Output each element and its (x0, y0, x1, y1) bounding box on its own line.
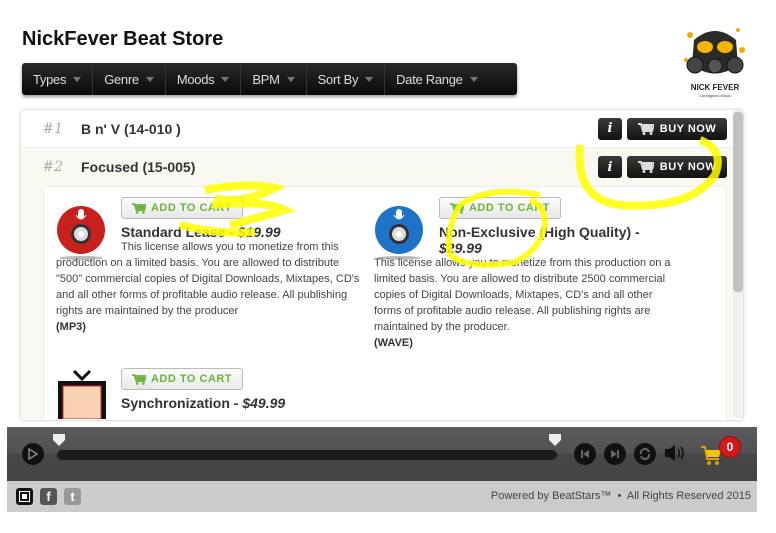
progress-start-marker[interactable] (53, 434, 65, 446)
tv-icon (58, 369, 106, 419)
add-to-cart-button[interactable]: ADD TO CART (121, 197, 243, 219)
beatstars-icon[interactable] (16, 488, 33, 505)
volume-icon[interactable] (665, 444, 687, 462)
footer: f t Powered by BeatStars™ • All Rights R… (7, 481, 757, 512)
cart-count-badge: 0 (719, 436, 741, 458)
svg-text:NICK FEVER: NICK FEVER (691, 83, 740, 92)
cart-icon (637, 122, 654, 135)
track-number: #2 (42, 159, 63, 175)
license-title: Standard Lease - $19.99 (121, 224, 281, 240)
license-title: Synchronization - $49.99 (121, 395, 286, 411)
next-button[interactable] (604, 443, 626, 465)
cart-icon (637, 161, 654, 173)
license-format: (WAVE) (374, 337, 413, 349)
cart-icon (131, 202, 146, 214)
chevron-down-icon (286, 76, 295, 82)
buy-now-button[interactable]: BUY NOW (627, 156, 727, 178)
add-to-cart-button[interactable]: ADD TO CART (121, 368, 243, 390)
info-button[interactable]: i (598, 156, 622, 178)
chevron-down-icon (145, 76, 154, 82)
nav-genre[interactable]: Genre (93, 63, 166, 95)
license-synchronization: ADD TO CART Synchronization - $49.99 (56, 359, 366, 420)
beatstars-link[interactable]: BeatStars™ (552, 490, 611, 502)
twitter-icon[interactable]: t (64, 488, 81, 505)
blue-cd-icon (375, 206, 423, 260)
nav-moods[interactable]: Moods (166, 63, 242, 95)
chevron-down-icon (73, 76, 82, 82)
track-name[interactable]: B n' V (14-010 ) (81, 121, 598, 137)
license-non-exclusive: ADD TO CART Non-Exclusive (High Quality)… (374, 187, 684, 357)
svg-text:Contagious Music: Contagious Music (699, 93, 731, 98)
track-list-panel: #1 B n' V (14-010 ) i BUY NOW #2 Focused… (20, 109, 744, 421)
repeat-button[interactable] (634, 443, 656, 465)
play-icon (28, 448, 38, 460)
facebook-icon[interactable]: f (40, 488, 57, 505)
buy-now-button[interactable]: BUY NOW (627, 117, 727, 140)
store-title: NickFever Beat Store (22, 28, 224, 50)
license-options: ADD TO CART Standard Lease - $19.99 This… (43, 186, 727, 420)
track-name[interactable]: Focused (15-005) (81, 159, 598, 175)
audio-player: 0 (7, 427, 757, 481)
nav-sort-by[interactable]: Sort By (307, 63, 386, 95)
previous-button[interactable] (574, 443, 596, 465)
license-price: $49.99 (242, 395, 286, 411)
cart-icon (449, 202, 464, 214)
chevron-down-icon (365, 76, 374, 82)
previous-icon (581, 450, 589, 458)
license-standard: ADD TO CART Standard Lease - $19.99 This… (56, 187, 366, 357)
nick-fever-logo: NICK FEVER Contagious Music (680, 20, 750, 100)
scroll-thumb[interactable] (733, 112, 743, 292)
nav-date-range[interactable]: Date Range (385, 63, 488, 95)
license-price: $19.99 (237, 224, 281, 240)
add-to-cart-button[interactable]: ADD TO CART (439, 197, 561, 219)
track-row[interactable]: #2 Focused (15-005) i BUY NOW (21, 148, 733, 186)
info-button[interactable]: i (598, 117, 622, 140)
scrollbar[interactable] (733, 110, 743, 418)
track-row[interactable]: #1 B n' V (14-010 ) i BUY NOW (21, 110, 733, 148)
powered-by-text: Powered by BeatStars™ • All Rights Reser… (490, 490, 751, 502)
license-title: Non-Exclusive (High Quality) - $29.99 (439, 224, 640, 256)
license-format: (MP3) (56, 321, 86, 333)
cart-icon (131, 373, 146, 385)
progress-end-marker[interactable] (549, 434, 561, 446)
next-icon (611, 450, 619, 458)
license-description: This license allows you to monetize from… (374, 257, 671, 349)
license-price: $29.99 (439, 240, 482, 256)
repeat-icon (639, 447, 651, 461)
license-description: This license allows you to monetize from… (56, 241, 360, 333)
play-button[interactable] (22, 443, 44, 465)
filter-navbar: Types Genre Moods BPM Sort By Date Range (22, 63, 517, 95)
chevron-down-icon (469, 76, 478, 82)
nav-bpm[interactable]: BPM (241, 63, 307, 95)
nav-types[interactable]: Types (22, 63, 94, 95)
track-number: #1 (42, 120, 63, 137)
chevron-down-icon (221, 76, 230, 82)
progress-bar[interactable] (57, 450, 557, 460)
